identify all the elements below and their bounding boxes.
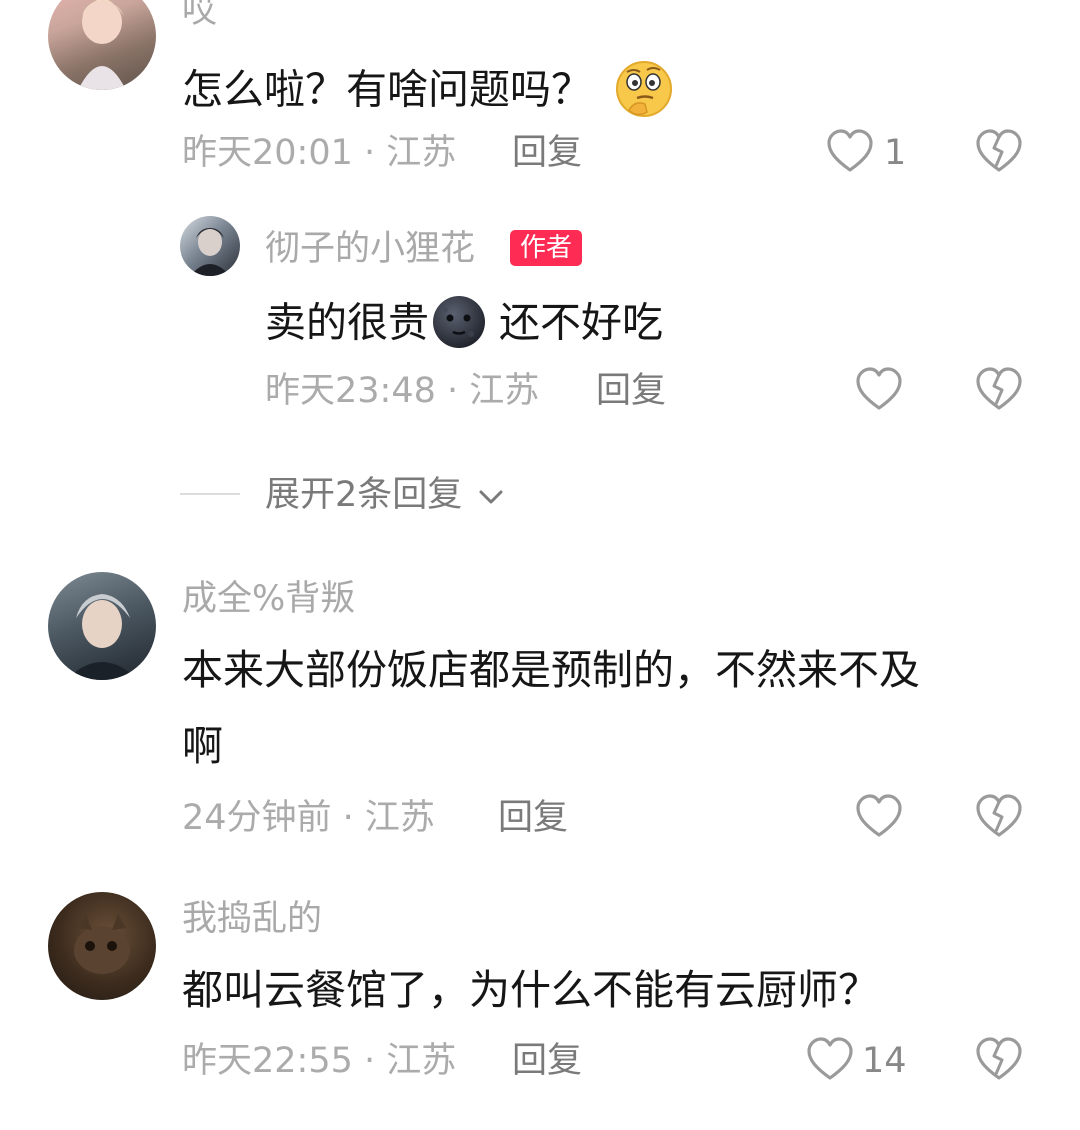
dislike-broken-heart-icon[interactable] bbox=[975, 1036, 1023, 1086]
avatar[interactable] bbox=[48, 0, 156, 90]
comment-time-location: 24分钟前 · 江苏 bbox=[182, 798, 435, 838]
like-heart-icon[interactable] bbox=[806, 1036, 854, 1086]
comment-username[interactable]: 成全%背叛 bbox=[182, 582, 355, 617]
reply-button[interactable]: 回复 bbox=[512, 1044, 582, 1079]
reply-button[interactable]: 回复 bbox=[512, 136, 582, 171]
reply-time-location: 昨天23:48 · 江苏 bbox=[265, 371, 540, 411]
like-heart-icon[interactable] bbox=[855, 366, 903, 416]
expand-replies-label: 展开2条回复 bbox=[265, 475, 463, 515]
comment-time-location: 昨天22:55 · 江苏 bbox=[182, 1041, 457, 1081]
reply-text: 卖的很贵 还不好吃 bbox=[265, 294, 663, 357]
author-badge: 作者 bbox=[510, 230, 583, 266]
reply-button[interactable]: 回复 bbox=[498, 801, 568, 836]
like-count: 14 bbox=[862, 1041, 907, 1081]
thinking-face-emoji bbox=[615, 60, 673, 125]
comment-text: 怎么啦？有啥问题吗？ bbox=[182, 60, 673, 125]
avatar-image bbox=[190, 228, 230, 276]
comment-text-body: 怎么啦？有啥问题吗？ bbox=[182, 65, 592, 114]
comment-text-line: 啊 bbox=[182, 722, 223, 770]
comment-text-line: 本来大部份饭店都是预制的，不然来不及 bbox=[182, 646, 920, 694]
comment-time-location: 昨天20:01 · 江苏 bbox=[182, 133, 457, 173]
like-count: 1 bbox=[884, 133, 907, 173]
avatar-image bbox=[78, 0, 126, 90]
reply-username[interactable]: 彻子的小狸花 bbox=[265, 232, 475, 267]
new-moon-face-emoji bbox=[431, 294, 487, 357]
dislike-broken-heart-icon[interactable] bbox=[975, 793, 1023, 843]
avatar-image bbox=[66, 594, 138, 680]
reply-button[interactable]: 回复 bbox=[596, 374, 666, 409]
comment-text: 都叫云餐馆了，为什么不能有云厨师？ bbox=[182, 966, 879, 1014]
comment-username[interactable]: 我捣乱的 bbox=[182, 902, 322, 937]
expand-divider bbox=[180, 493, 240, 495]
like-heart-icon[interactable] bbox=[855, 793, 903, 843]
avatar-image bbox=[74, 914, 130, 974]
reply-text-before: 卖的很贵 bbox=[265, 298, 429, 347]
like-heart-icon[interactable] bbox=[826, 128, 874, 178]
comment-username[interactable]: 哎 bbox=[182, 0, 217, 29]
dislike-broken-heart-icon[interactable] bbox=[975, 366, 1023, 416]
expand-replies-button[interactable]: 展开2条回复 bbox=[265, 478, 505, 514]
dislike-broken-heart-icon[interactable] bbox=[975, 128, 1023, 178]
reply-text-after: 还不好吃 bbox=[499, 298, 663, 347]
avatar[interactable] bbox=[180, 216, 240, 276]
avatar[interactable] bbox=[48, 892, 156, 1000]
chevron-down-icon bbox=[477, 479, 505, 514]
avatar[interactable] bbox=[48, 572, 156, 680]
